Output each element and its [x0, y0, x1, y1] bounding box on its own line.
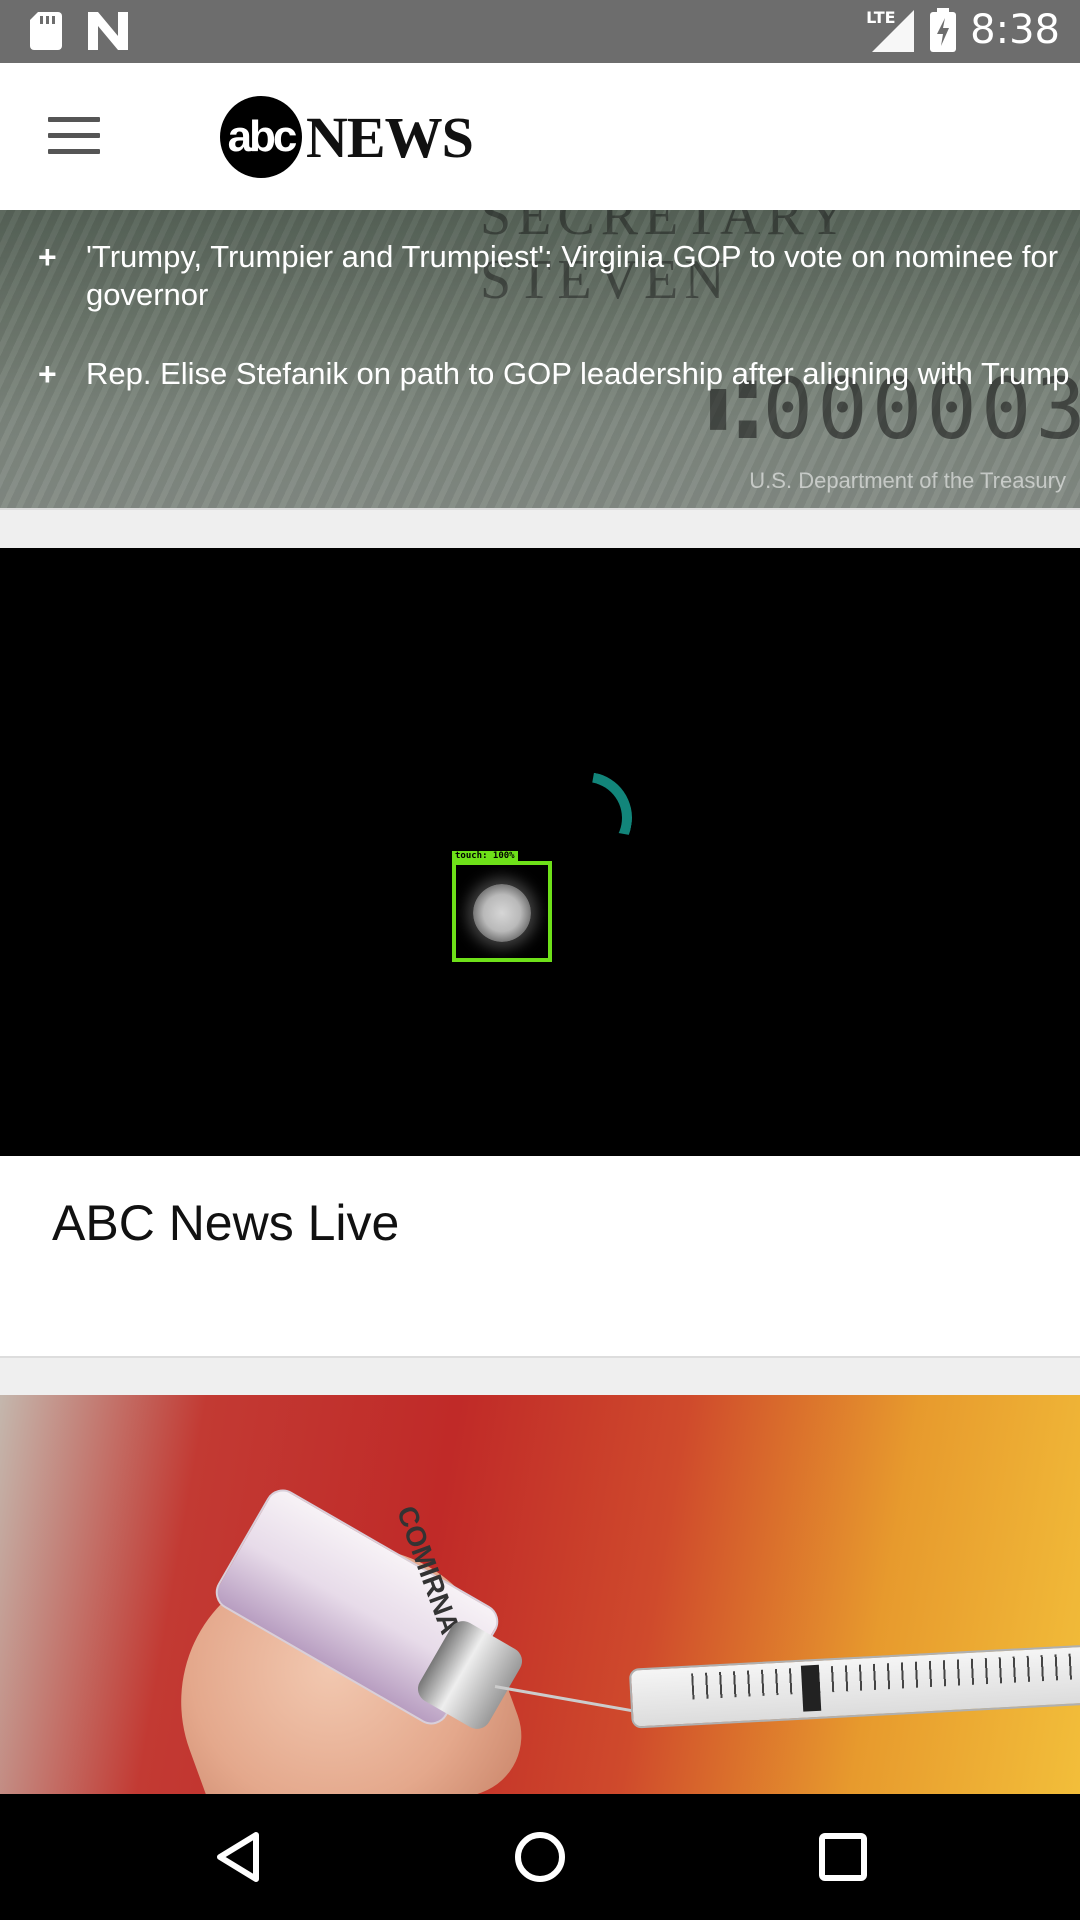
- touch-point-icon: [473, 884, 531, 942]
- lte-signal-icon: LTE: [866, 6, 916, 54]
- system-nav-bar: [0, 1794, 1080, 1920]
- section-divider: [0, 1358, 1080, 1395]
- logo-circle: abc: [220, 96, 302, 178]
- photo-credit: U.S. Department of the Treasury: [749, 468, 1066, 493]
- abc-news-logo[interactable]: abc NEWS: [220, 96, 474, 178]
- clock: 8:38: [970, 7, 1060, 53]
- related-story-title: Rep. Elise Stefanik on path to GOP leade…: [86, 356, 1070, 391]
- hamburger-menu-icon[interactable]: [48, 117, 100, 155]
- logo-word: NEWS: [306, 104, 474, 170]
- live-title: ABC News Live: [52, 1195, 400, 1251]
- sd-card-icon: [30, 12, 62, 50]
- video-player[interactable]: [0, 548, 1080, 1156]
- expand-icon: +: [38, 356, 57, 392]
- back-icon[interactable]: [210, 1829, 266, 1885]
- hero-image[interactable]: SECRETARY STEVEN ⑆000003 + 'Trumpy, Trum…: [0, 210, 1080, 508]
- n-notification-icon: [88, 12, 128, 50]
- recents-icon[interactable]: [815, 1829, 871, 1885]
- app-bar: abc NEWS: [0, 63, 1080, 211]
- home-icon[interactable]: [512, 1829, 568, 1885]
- section-divider: [0, 508, 1080, 550]
- status-bar: LTE 8:38: [0, 0, 1080, 63]
- live-card[interactable]: ABC News Live: [0, 1156, 1080, 1358]
- related-story-title: 'Trumpy, Trumpier and Trumpiest': Virgin…: [86, 239, 1059, 312]
- vaccine-story-image[interactable]: COMIRNATY: [0, 1395, 1080, 1795]
- battery-charging-icon: [930, 8, 957, 52]
- expand-icon: +: [38, 239, 57, 275]
